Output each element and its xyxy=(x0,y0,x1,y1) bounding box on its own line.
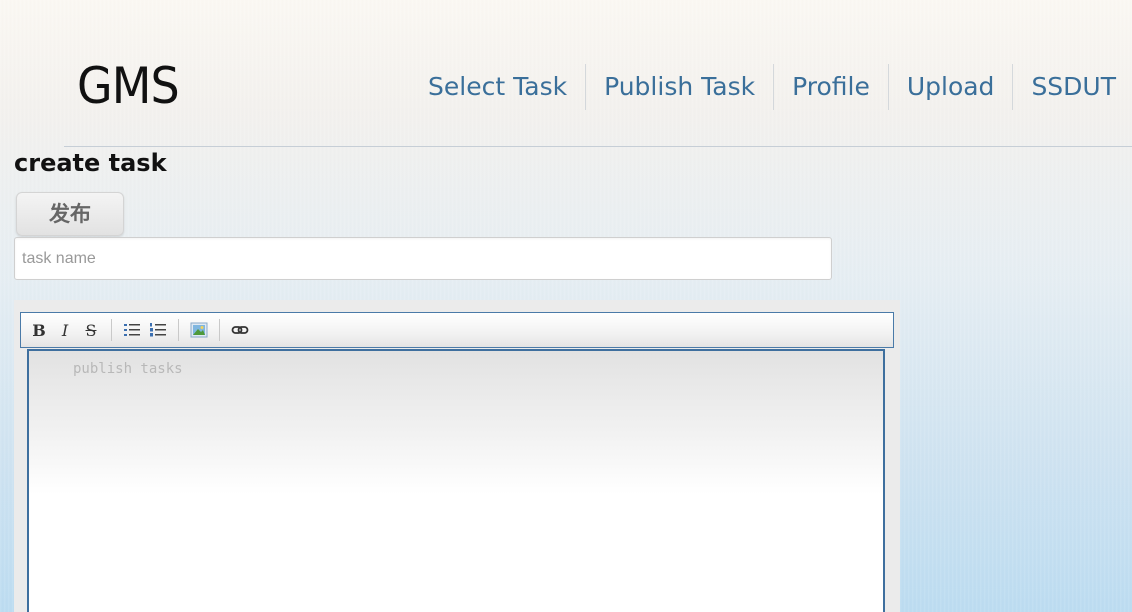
toolbar-separator xyxy=(111,319,112,341)
page-title: create task xyxy=(14,149,167,177)
toolbar-separator xyxy=(219,319,220,341)
nav-publish-task[interactable]: Publish Task xyxy=(585,64,773,110)
numbered-list-icon[interactable] xyxy=(148,319,168,341)
bulleted-list-icon[interactable] xyxy=(122,319,142,341)
task-description-editor[interactable]: publish tasks xyxy=(27,349,885,612)
italic-icon[interactable]: I xyxy=(55,319,75,341)
nav-upload[interactable]: Upload xyxy=(887,64,1013,110)
insert-image-icon[interactable] xyxy=(189,319,209,341)
header-divider xyxy=(64,146,1132,147)
strikethrough-icon[interactable]: S xyxy=(81,319,101,341)
nav-profile[interactable]: Profile xyxy=(773,64,888,110)
task-name-input[interactable] xyxy=(14,237,832,280)
nav-select-task[interactable]: Select Task xyxy=(410,64,585,110)
nav-ssdut[interactable]: SSDUT xyxy=(1012,64,1132,110)
editor-placeholder: publish tasks xyxy=(73,361,183,377)
publish-button[interactable]: 发布 xyxy=(16,192,124,236)
brand-logo[interactable]: GMS xyxy=(77,56,180,116)
bold-icon[interactable]: B xyxy=(29,319,49,341)
main-nav: Select Task Publish Task Profile Upload … xyxy=(410,64,1132,110)
insert-link-icon[interactable] xyxy=(230,319,250,341)
editor-toolbar: B I S xyxy=(20,312,894,348)
toolbar-separator xyxy=(178,319,179,341)
